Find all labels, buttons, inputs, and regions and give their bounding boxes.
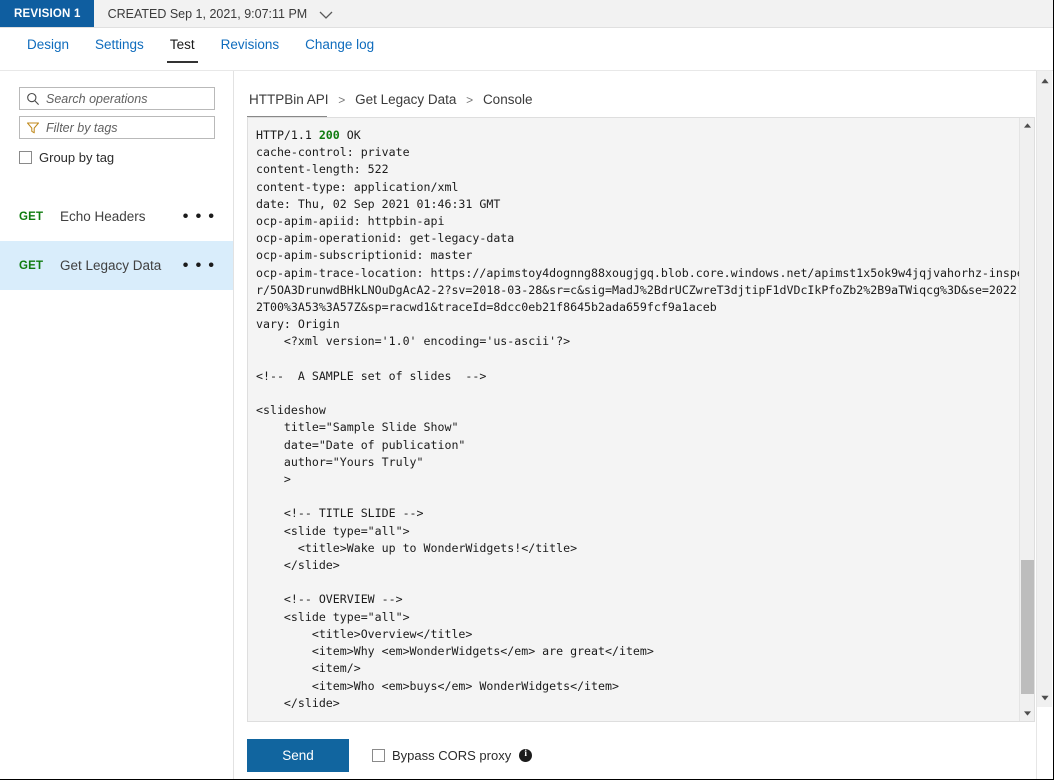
response-vertical-scrollbar[interactable] bbox=[1019, 118, 1034, 721]
bypass-cors-proxy-label: Bypass CORS proxy bbox=[392, 748, 511, 763]
scroll-down-arrow-icon[interactable] bbox=[1020, 706, 1035, 721]
revision-bar: REVISION 1 CREATED Sep 1, 2021, 9:07:11 … bbox=[0, 0, 1054, 28]
page-scrollbar-track-bottom bbox=[1037, 707, 1052, 780]
filter-by-tags-field[interactable] bbox=[19, 116, 215, 139]
breadcrumb-item-api[interactable]: HTTPBin API bbox=[249, 92, 329, 107]
operation-row-echo-headers[interactable]: GET Echo Headers • • • bbox=[0, 192, 233, 241]
operation-context-menu-icon[interactable]: • • • bbox=[183, 261, 222, 271]
revision-badge: REVISION 1 bbox=[0, 0, 94, 27]
search-operations-field[interactable] bbox=[19, 87, 215, 110]
http-response-scroll-area[interactable]: HTTP/1.1 200 OK cache-control: private c… bbox=[248, 118, 1019, 721]
tab-revisions[interactable]: Revisions bbox=[208, 28, 293, 71]
http-response-text: HTTP/1.1 200 OK cache-control: private c… bbox=[256, 127, 1019, 712]
checkbox-box-icon bbox=[19, 151, 32, 164]
response-headers-and-body: cache-control: private content-length: 5… bbox=[256, 145, 1019, 710]
chevron-down-icon[interactable] bbox=[316, 5, 336, 25]
tab-settings[interactable]: Settings bbox=[82, 28, 157, 71]
scroll-down-arrow-icon[interactable] bbox=[1037, 690, 1052, 706]
bypass-cors-proxy-checkbox[interactable]: Bypass CORS proxy i bbox=[372, 748, 532, 763]
scroll-up-arrow-icon[interactable] bbox=[1037, 73, 1052, 89]
apim-test-console-window: REVISION 1 CREATED Sep 1, 2021, 9:07:11 … bbox=[0, 0, 1054, 780]
operation-row-get-legacy-data[interactable]: GET Get Legacy Data • • • bbox=[0, 241, 233, 290]
status-line-prefix: HTTP/1.1 bbox=[256, 128, 319, 142]
console-panel: HTTPBin API > Get Legacy Data > Console … bbox=[235, 71, 1038, 780]
tab-design[interactable]: Design bbox=[14, 28, 82, 71]
breadcrumb-item-console[interactable]: Console bbox=[483, 92, 533, 107]
operation-context-menu-icon[interactable]: • • • bbox=[183, 212, 222, 222]
operations-list: GET Echo Headers • • • GET Get Legacy Da… bbox=[0, 192, 233, 290]
console-action-bar: Send Bypass CORS proxy i bbox=[247, 735, 1035, 775]
info-icon[interactable]: i bbox=[519, 749, 532, 762]
search-input[interactable] bbox=[44, 92, 214, 106]
status-code: 200 bbox=[319, 128, 340, 142]
group-by-tag-label: Group by tag bbox=[39, 150, 114, 165]
checkbox-box-icon bbox=[372, 749, 385, 762]
breadcrumb-item-operation[interactable]: Get Legacy Data bbox=[355, 92, 456, 107]
breadcrumb-separator-icon: > bbox=[332, 93, 351, 107]
group-by-tag-checkbox[interactable]: Group by tag bbox=[19, 150, 233, 165]
revision-created-text: CREATED Sep 1, 2021, 9:07:11 PM bbox=[108, 7, 308, 21]
status-text: OK bbox=[340, 128, 361, 142]
operations-sidebar: Group by tag GET Echo Headers • • • GET … bbox=[0, 71, 234, 780]
page-vertical-scrollbar[interactable] bbox=[1036, 71, 1052, 780]
http-method-badge: GET bbox=[19, 211, 60, 223]
operation-name: Echo Headers bbox=[60, 209, 183, 224]
send-button[interactable]: Send bbox=[247, 739, 349, 772]
tab-test[interactable]: Test bbox=[157, 28, 208, 71]
scroll-up-arrow-icon[interactable] bbox=[1020, 118, 1035, 133]
http-method-badge: GET bbox=[19, 260, 60, 272]
search-icon bbox=[22, 92, 44, 106]
tags-input[interactable] bbox=[44, 121, 214, 135]
breadcrumb: HTTPBin API > Get Legacy Data > Console bbox=[235, 71, 1038, 107]
operation-name: Get Legacy Data bbox=[60, 258, 183, 273]
http-response-panel: HTTP/1.1 200 OK cache-control: private c… bbox=[247, 117, 1035, 722]
response-scrollbar-thumb[interactable] bbox=[1021, 560, 1034, 694]
breadcrumb-separator-icon: > bbox=[460, 93, 479, 107]
filter-icon bbox=[22, 121, 44, 135]
tab-bar: Design Settings Test Revisions Change lo… bbox=[0, 28, 1054, 71]
tab-change-log[interactable]: Change log bbox=[292, 28, 387, 71]
